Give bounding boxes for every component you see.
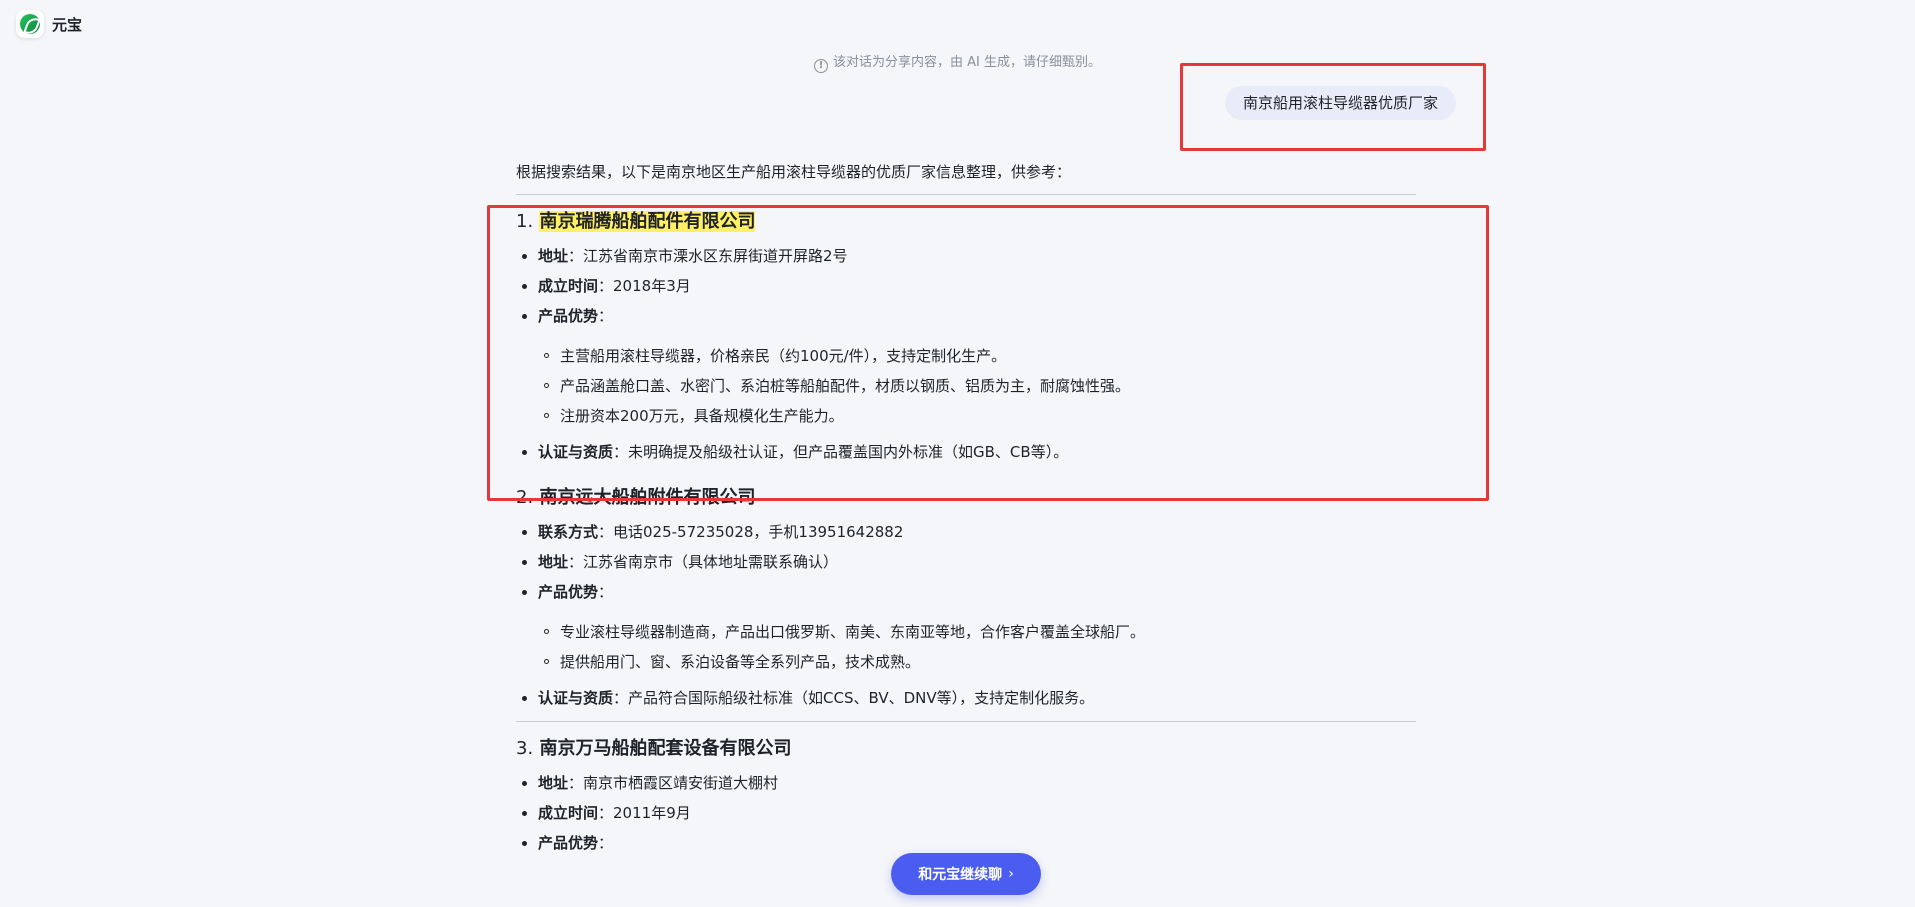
list-item: 联系方式：电话025-57235028，手机13951642882 [516, 517, 1416, 547]
company-2-title: 2. 南京远大船舶附件有限公司 [516, 485, 1416, 511]
list-item: 成立时间：2011年9月 [516, 798, 1416, 828]
ai-notice: ! 该对话为分享内容，由 AI 生成，请仔细甄别。 [0, 51, 1915, 73]
app-header: 元宝 [16, 10, 82, 38]
company-3-title: 3. 南京万马船舶配套设备有限公司 [516, 736, 1416, 762]
detail-value: ： [598, 307, 614, 325]
list-item: 产品优势： 专业滚柱导缆器制造商，产品出口俄罗斯、南美、东南亚等地，合作客户覆盖… [516, 577, 1416, 677]
yuanbao-logo-icon[interactable] [16, 10, 44, 38]
divider [516, 194, 1416, 195]
divider [516, 721, 1416, 722]
company-name-highlight: 南京瑞腾船舶配件有限公司 [539, 211, 756, 232]
answer-intro: 根据搜索结果，以下是南京地区生产船用滚柱导缆器的优质厂家信息整理，供参考： [516, 163, 1072, 181]
detail-key: 联系方式 [538, 523, 599, 541]
sub-list: 主营船用滚柱导缆器，价格亲民（约100元/件），支持定制化生产。 产品涵盖舱口盖… [538, 341, 1416, 431]
company-3-details: 地址：南京市栖霞区靖安街道大棚村 成立时间：2011年9月 产品优势： [516, 768, 1416, 858]
detail-value: ：江苏省南京市溧水区东屏街道开屏路2号 [568, 247, 848, 265]
detail-key: 认证与资质 [538, 689, 614, 707]
detail-key: 产品优势 [538, 834, 599, 852]
company-name: 南京万马船舶配套设备有限公司 [539, 738, 792, 759]
detail-key: 产品优势 [538, 583, 599, 601]
continue-chat-button[interactable]: 和元宝继续聊 › [891, 853, 1041, 895]
section-number: 1. [516, 211, 534, 232]
detail-value: ：产品符合国际船级社标准（如CCS、BV、DNV等），支持定制化服务。 [613, 689, 1095, 707]
info-icon: ! [814, 58, 828, 73]
company-name: 南京远大船舶附件有限公司 [539, 487, 756, 508]
detail-value: ：江苏省南京市（具体地址需联系确认） [568, 553, 839, 571]
sub-list-item: 注册资本200万元，具备规模化生产能力。 [538, 401, 1416, 431]
list-item: 地址：南京市栖霞区靖安街道大棚村 [516, 768, 1416, 798]
chevron-right-icon: › [1008, 866, 1014, 882]
sub-list-item: 主营船用滚柱导缆器，价格亲民（约100元/件），支持定制化生产。 [538, 341, 1416, 371]
company-1-details: 地址：江苏省南京市溧水区东屏街道开屏路2号 成立时间：2018年3月 产品优势：… [516, 241, 1416, 467]
detail-value: ：未明确提及船级社认证，但产品覆盖国内外标准（如GB、CB等）。 [613, 443, 1069, 461]
detail-value: ： [598, 834, 614, 852]
list-item: 地址：江苏省南京市（具体地址需联系确认） [516, 547, 1416, 577]
company-1-title: 1. 南京瑞腾船舶配件有限公司 [516, 209, 1416, 235]
detail-value: ：电话025-57235028，手机13951642882 [598, 523, 904, 541]
app-title: 元宝 [52, 15, 83, 34]
sub-list-item: 专业滚柱导缆器制造商，产品出口俄罗斯、南美、东南亚等地，合作客户覆盖全球船厂。 [538, 617, 1416, 647]
sub-list-item: 提供船用门、窗、系泊设备等全系列产品，技术成熟。 [538, 647, 1416, 677]
sub-list: 专业滚柱导缆器制造商，产品出口俄罗斯、南美、东南亚等地，合作客户覆盖全球船厂。 … [538, 617, 1416, 677]
detail-key: 地址 [538, 774, 569, 792]
detail-key: 产品优势 [538, 307, 599, 325]
list-item: 认证与资质：未明确提及船级社认证，但产品覆盖国内外标准（如GB、CB等）。 [516, 437, 1416, 467]
notice-text: 该对话为分享内容，由 AI 生成，请仔细甄别。 [833, 55, 1101, 70]
detail-key: 认证与资质 [538, 443, 614, 461]
list-item: 认证与资质：产品符合国际船级社标准（如CCS、BV、DNV等），支持定制化服务。 [516, 683, 1416, 713]
detail-key: 成立时间 [538, 277, 599, 295]
continue-chat-label: 和元宝继续聊 [918, 867, 1003, 883]
user-message-bubble: 南京船用滚柱导缆器优质厂家 [1224, 86, 1456, 120]
detail-value: ：南京市栖霞区靖安街道大棚村 [568, 774, 779, 792]
detail-value: ：2011年9月 [598, 804, 691, 822]
list-item: 地址：江苏省南京市溧水区东屏街道开屏路2号 [516, 241, 1416, 271]
detail-key: 成立时间 [538, 804, 599, 822]
detail-key: 地址 [538, 247, 569, 265]
detail-value: ：2018年3月 [598, 277, 691, 295]
sub-list-item: 产品涵盖舱口盖、水密门、系泊桩等船舶配件，材质以钢质、铝质为主，耐腐蚀性强。 [538, 371, 1416, 401]
section-number: 3. [516, 738, 534, 759]
company-2-details: 联系方式：电话025-57235028，手机13951642882 地址：江苏省… [516, 517, 1416, 713]
section-number: 2. [516, 487, 534, 508]
detail-key: 地址 [538, 553, 569, 571]
list-item: 成立时间：2018年3月 [516, 271, 1416, 301]
assistant-answer: 根据搜索结果，以下是南京地区生产船用滚柱导缆器的优质厂家信息整理，供参考： 1.… [516, 158, 1416, 858]
list-item: 产品优势： 主营船用滚柱导缆器，价格亲民（约100元/件），支持定制化生产。 产… [516, 301, 1416, 431]
detail-value: ： [598, 583, 614, 601]
